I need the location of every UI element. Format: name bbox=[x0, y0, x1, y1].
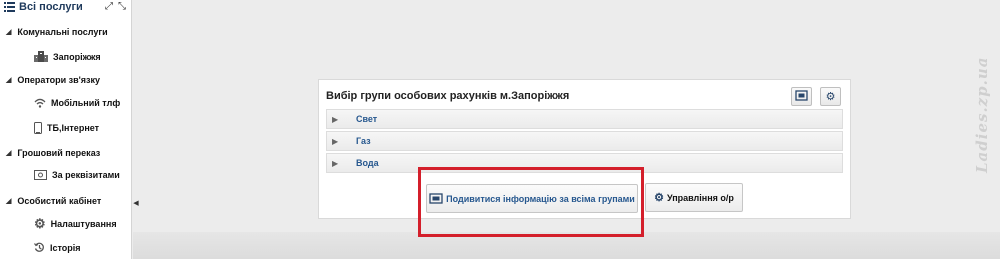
item-label: Історія bbox=[50, 242, 81, 253]
wifi-icon bbox=[34, 98, 46, 108]
gears-icon: ⚙ bbox=[825, 91, 836, 103]
item-label: Налаштування bbox=[50, 219, 117, 229]
view-all-icon-button[interactable] bbox=[791, 87, 812, 106]
sidebar-item-requisites[interactable]: За реквізитами bbox=[34, 170, 120, 180]
highlight-box bbox=[418, 167, 644, 237]
sidebar-item-tv-internet[interactable]: ТБ,Інтернет bbox=[34, 122, 99, 134]
group-label: Комунальні послуги bbox=[17, 27, 108, 37]
sidebar-group-operators[interactable]: ◢ Оператори зв'язку bbox=[6, 75, 100, 85]
sidebar-group-communal[interactable]: ◢ Комунальні послуги bbox=[6, 27, 108, 37]
banknote-icon bbox=[34, 170, 47, 180]
collapse-icon[interactable]: ⤡ bbox=[118, 1, 126, 12]
fullscreen-icon bbox=[795, 88, 808, 106]
group-label: Грошовий переказ bbox=[17, 148, 101, 158]
item-label: ТБ,Інтернет bbox=[47, 123, 100, 133]
gear-icon: ⚙ bbox=[34, 216, 46, 231]
manage-accounts-label: Управління о/р bbox=[666, 192, 734, 203]
group-row-label: Свет bbox=[356, 114, 378, 124]
manage-icon-button[interactable]: ⚙ bbox=[820, 87, 841, 106]
panel-title: Вибір групи особових рахунків м.Запоріжж… bbox=[326, 90, 570, 102]
item-label: Мобільний тлф bbox=[51, 98, 121, 108]
sidebar-group-account[interactable]: ◢ Особистий кабінет bbox=[6, 196, 101, 206]
triangle-down-icon: ◢ bbox=[6, 77, 12, 84]
triangle-down-icon: ◢ bbox=[6, 29, 12, 36]
phone-icon bbox=[34, 122, 42, 134]
sidebar-title: Всі послуги bbox=[19, 1, 83, 13]
sidebar-item-history[interactable]: Історія bbox=[34, 242, 81, 253]
group-row-gaz[interactable]: ▶ Газ bbox=[326, 131, 843, 151]
sidebar-item-settings[interactable]: ⚙ Налаштування bbox=[34, 216, 117, 231]
group-row-label: Вода bbox=[356, 158, 379, 168]
group-row-label: Газ bbox=[356, 136, 371, 146]
group-label: Особистий кабінет bbox=[17, 196, 102, 206]
triangle-down-icon: ◢ bbox=[6, 198, 12, 205]
triangle-right-icon: ▶ bbox=[332, 136, 339, 146]
group-row-svet[interactable]: ▶ Свет bbox=[326, 109, 843, 129]
item-label: За реквізитами bbox=[52, 170, 120, 180]
building-icon bbox=[34, 51, 48, 62]
sidebar-group-transfer[interactable]: ◢ Грошовий переказ bbox=[6, 148, 100, 158]
triangle-right-icon: ▶ bbox=[332, 158, 339, 168]
group-label: Оператори зв'язку bbox=[17, 75, 101, 85]
watermark: Ladies.zp.ua bbox=[973, 56, 991, 174]
sidebar-collapse-handle[interactable]: ◀ bbox=[133, 196, 139, 210]
sidebar-item-zaporizhzhia[interactable]: Запоріжжя bbox=[34, 51, 101, 62]
menu-list-icon[interactable] bbox=[4, 2, 15, 12]
manage-accounts-button[interactable]: ⚙ Управління о/р bbox=[645, 183, 743, 212]
item-label: Запоріжжя bbox=[53, 51, 101, 62]
gears-icon: ⚙ bbox=[654, 192, 664, 204]
expand-icon[interactable]: ⤢ bbox=[105, 1, 113, 12]
history-icon bbox=[34, 242, 45, 253]
sidebar-header: Всі послуги ⤢ ⤡ bbox=[4, 0, 128, 14]
triangle-down-icon: ◢ bbox=[6, 150, 12, 157]
sidebar-item-mobile[interactable]: Мобільний тлф bbox=[34, 98, 120, 108]
triangle-right-icon: ▶ bbox=[332, 114, 339, 124]
sidebar: Всі послуги ⤢ ⤡ ◢ Комунальні послуги Зап… bbox=[0, 0, 132, 259]
